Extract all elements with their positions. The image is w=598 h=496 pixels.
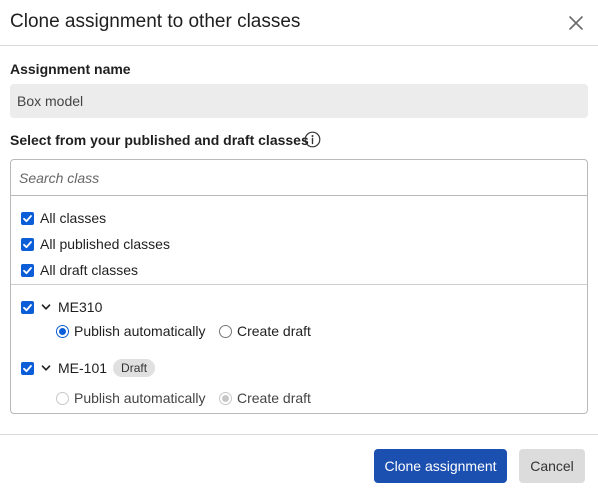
radio-label: Create draft [237, 323, 311, 339]
dialog-header: Clone assignment to other classes [0, 0, 598, 46]
checkbox-label: All draft classes [40, 262, 139, 278]
checkbox-checked-icon[interactable] [21, 211, 34, 225]
checkbox-label: All classes [40, 210, 107, 226]
checkbox-checked-icon[interactable] [21, 237, 34, 251]
radio-publish-automatically-disabled: Publish automatically [56, 389, 206, 407]
dialog-title: Clone assignment to other classes [10, 11, 301, 32]
radio-disabled-selected-icon [219, 391, 232, 405]
search-class-input[interactable] [11, 160, 587, 196]
draft-badge: Draft [113, 359, 156, 377]
radio-selected-icon[interactable] [56, 324, 69, 338]
clone-assignment-button[interactable]: Clone assignment [374, 449, 507, 483]
group-divider [11, 284, 587, 285]
radio-label: Publish automatically [74, 390, 206, 406]
chevron-down-icon[interactable] [40, 362, 52, 374]
assignment-name-label: Assignment name [10, 61, 131, 77]
class-selector-panel: All classes All published classes All dr… [10, 159, 588, 414]
radio-unselected-icon[interactable] [219, 324, 232, 338]
assignment-name-field: Box model [10, 84, 588, 118]
class-item-me310[interactable]: ME310 [21, 298, 102, 316]
radio-create-draft[interactable]: Create draft [219, 322, 311, 340]
checkbox-checked-icon[interactable] [21, 263, 34, 277]
checkbox-label: All published classes [40, 236, 170, 252]
radio-publish-automatically[interactable]: Publish automatically [56, 322, 206, 340]
checkbox-all-classes[interactable]: All classes [21, 209, 106, 227]
classes-section-label: Select from your published and draft cla… [10, 132, 309, 148]
class-name: ME-101 [58, 360, 108, 376]
chevron-down-icon[interactable] [40, 301, 52, 313]
clone-assignment-dialog: Clone assignment to other classes Assign… [0, 0, 598, 496]
radio-label: Publish automatically [74, 323, 206, 339]
cancel-button[interactable]: Cancel [519, 449, 585, 483]
checkbox-checked-icon[interactable] [21, 300, 34, 314]
checkbox-all-published-classes[interactable]: All published classes [21, 235, 170, 253]
checkbox-checked-icon[interactable] [21, 361, 34, 375]
radio-disabled-icon [56, 391, 69, 405]
close-icon[interactable] [565, 12, 587, 34]
radio-label: Create draft [237, 390, 311, 406]
checkbox-all-draft-classes[interactable]: All draft classes [21, 261, 138, 279]
class-name: ME310 [58, 299, 103, 315]
footer-divider [0, 434, 598, 435]
info-icon[interactable] [304, 131, 321, 148]
radio-create-draft-disabled: Create draft [219, 389, 311, 407]
class-item-me-101[interactable]: ME-101 Draft [21, 359, 156, 377]
